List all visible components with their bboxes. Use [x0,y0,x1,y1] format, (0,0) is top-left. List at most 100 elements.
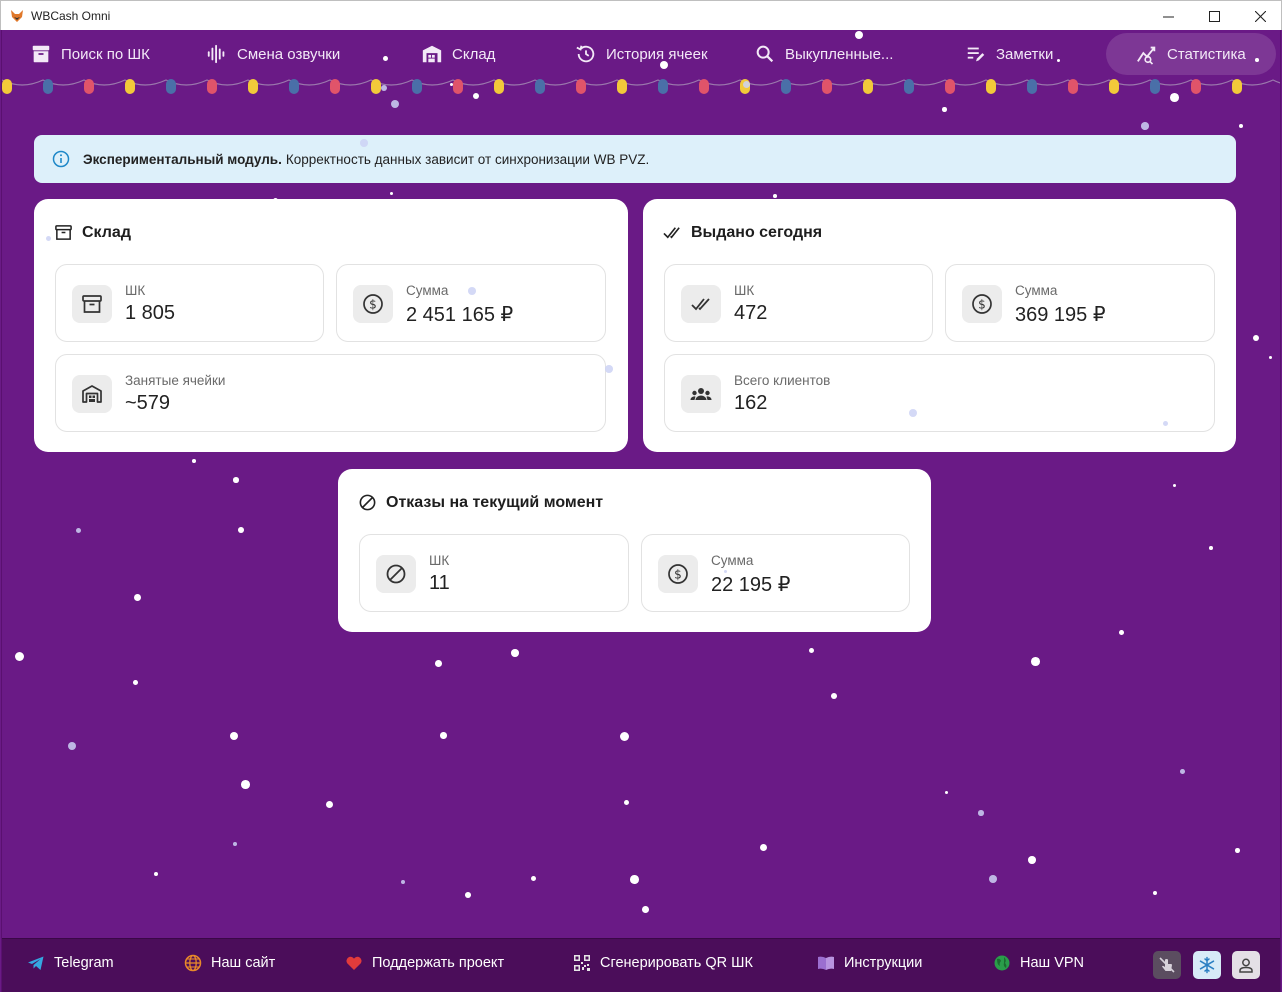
stats-chart-icon [1137,46,1156,65]
snowflake [945,791,949,795]
banner-bold-text: Экспериментальный модуль. [83,151,282,167]
stat-label: ШК [125,283,146,298]
nav-item-cell-history[interactable]: История ячеек [575,33,708,75]
footer-profile-button[interactable] [1232,951,1260,979]
footer-no-touch-button[interactable] [1153,951,1181,979]
issued-sum-stat: $ Сумма 369 195 ₽ [945,264,1215,342]
footer-snow-toggle-button[interactable] [1193,951,1221,979]
snowflake [531,876,537,882]
snowflake [134,594,141,601]
snowflake [465,892,471,898]
garland-bulb [1027,79,1037,94]
snowflake [624,800,630,806]
garland-bulb [863,79,873,94]
snowflake [1209,546,1213,550]
stat-icon-box [376,555,416,593]
garland-bulb [1191,79,1201,94]
stat-icon-box [681,285,721,323]
stat-value: 2 451 165 ₽ [406,304,514,326]
block-icon [386,564,406,584]
nav-label: Выкупленные... [785,45,894,63]
garland-bulb [453,79,463,94]
snowflake [192,459,196,463]
fox-app-icon [11,10,23,22]
info-banner: Экспериментальный модуль. Корректность д… [34,135,1236,183]
garland-bulb [2,79,12,94]
refusals-shk-stat: ШК 11 [359,534,629,612]
snowflake [942,107,947,112]
garland-bulb [1150,79,1160,94]
stat-icon-box [681,375,721,413]
maximize-button[interactable] [1191,1,1237,31]
double-check-icon [663,227,680,239]
snowflake [1031,657,1040,666]
snowflake [1028,856,1036,864]
footer-label: Сгенерировать QR ШК [600,955,753,971]
garland-bulb [84,79,94,94]
snowflake [238,527,244,533]
nav-item-barcode-search[interactable]: Поиск по ШК [30,33,150,75]
footer-label: Инструкции [844,955,923,971]
archive-box-icon [55,225,72,240]
snowflake [1235,848,1240,853]
footer-support-link[interactable]: Поддержать проект [345,954,504,972]
stat-value: 1 805 [125,302,176,324]
garland-bulb [617,79,627,94]
info-icon [52,150,70,168]
stat-value: ~579 [125,392,171,414]
snowflake [326,801,334,809]
footer-label: Наш сайт [211,955,276,971]
globe-icon [184,954,202,972]
nav-item-voice-change[interactable]: Смена озвучки [206,33,340,75]
stat-label: ШК [734,283,755,298]
footer-label: Telegram [54,955,114,971]
garland-lights-decoration [2,79,1280,94]
snowflake [1153,891,1158,896]
warehouse-card-header: Склад [54,223,131,242]
snowflake-icon [1199,956,1215,974]
close-button[interactable] [1237,1,1282,31]
nav-label: Поиск по ШК [61,45,150,63]
svg-text:$: $ [369,298,377,312]
app-content: Поиск по ШК Смена озвучки Склад История … [1,30,1281,992]
qr-code-icon [574,955,590,971]
garland-bulb [1232,79,1242,94]
banner-text: Корректность данных зависит от синхрониз… [285,151,650,167]
garland-bulb [945,79,955,94]
garland-bulb [1109,79,1119,94]
footer-vpn-link[interactable]: Наш VPN [993,954,1084,972]
stat-value: 162 [734,392,768,414]
nav-item-notes[interactable]: Заметки [965,33,1053,75]
minimize-button[interactable] [1145,1,1191,31]
users-group-icon [690,388,712,400]
window-titlebar: WBCash Omni [0,0,1282,30]
dollar-coin-icon: $ [363,294,383,314]
snowflake [1141,122,1149,130]
footer-qr-link[interactable]: Сгенерировать QR ШК [573,954,753,972]
stat-label: Сумма [711,553,754,568]
nav-item-purchased[interactable]: Выкупленные... [754,33,893,75]
garland-bulb [740,79,750,94]
svg-text:$: $ [978,298,986,312]
stat-icon-box: $ [962,285,1002,323]
block-icon [359,494,376,511]
double-check-icon [691,298,710,311]
nav-item-warehouse[interactable]: Склад [421,33,495,75]
footer-site-link[interactable]: Наш сайт [184,954,275,972]
warehouse-cells-stat: Занятые ячейки ~579 [55,354,606,432]
voice-wave-icon [207,44,225,64]
garland-bulb [166,79,176,94]
warehouse-sum-stat: $ Сумма 2 451 165 ₽ [336,264,606,342]
stat-value: 22 195 ₽ [711,574,791,596]
nav-item-statistics[interactable]: Статистика [1106,33,1276,75]
dollar-coin-icon: $ [668,564,688,584]
stat-label: Занятые ячейки [125,373,226,388]
snowflake [133,680,138,685]
archive-box-icon [82,295,102,313]
snowflake [15,652,25,662]
touch-disabled-icon [1159,957,1175,973]
snowflake [1119,630,1124,635]
footer-telegram-link[interactable]: Telegram [27,954,114,972]
footer-instructions-link[interactable]: Инструкции [817,954,922,972]
garland-bulb [371,79,381,94]
